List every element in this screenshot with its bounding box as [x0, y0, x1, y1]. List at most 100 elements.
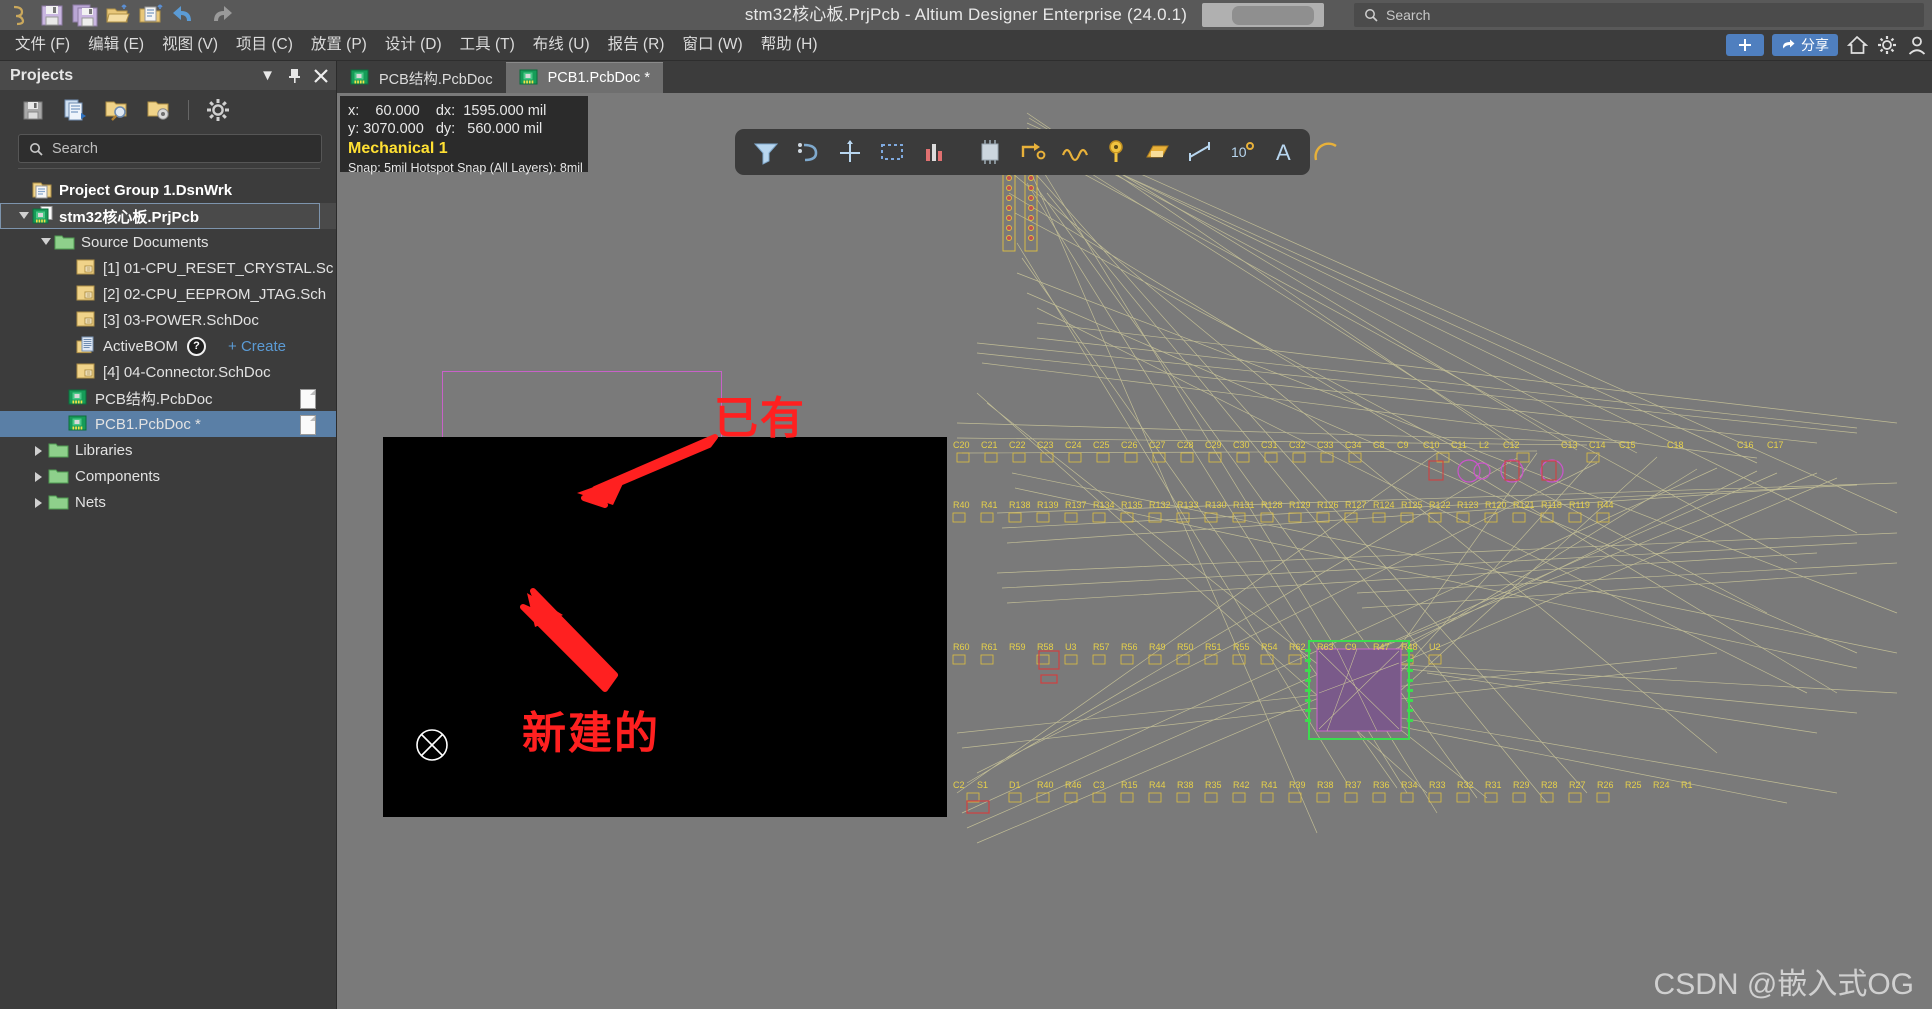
net-color-icon[interactable]: [791, 135, 825, 169]
menu-items: 文件 (F) 编辑 (E) 视图 (V) 项目 (C) 放置 (P) 设计 (D…: [6, 30, 827, 60]
place-dimension-icon[interactable]: [1183, 135, 1217, 169]
svg-text:C28: C28: [1177, 440, 1194, 450]
tab-label: PCB1.PcbDoc *: [547, 70, 650, 86]
folder-green-icon: [48, 492, 70, 512]
svg-text:R119: R119: [1569, 500, 1590, 510]
share-button[interactable]: 分享: [1772, 34, 1838, 56]
coordinate-line-y: y: 3070.000 dy: 560.000 mil: [348, 121, 543, 137]
svg-text:R125: R125: [1401, 500, 1423, 510]
tree-item-pcbdoc-structure[interactable]: PCB结构.PcbDoc: [0, 385, 336, 411]
tree-item-nets[interactable]: Nets: [0, 489, 336, 515]
document-tab-bar: PCB结构.PcbDoc PCB1.PcbDoc *: [337, 61, 1932, 93]
schdoc-icon: [76, 362, 98, 382]
place-polygon-icon[interactable]: [1141, 135, 1175, 169]
svg-text:C18: C18: [1667, 440, 1684, 450]
twisty-placeholder: [60, 307, 76, 333]
svg-text:C17: C17: [1767, 440, 1784, 450]
tree-item-schdoc-4[interactable]: [4] 04-Connector.SchDoc: [0, 359, 336, 385]
tree-item-components[interactable]: Components: [0, 463, 336, 489]
svg-text:R34: R34: [1401, 780, 1418, 790]
menu-edit[interactable]: 编辑 (E): [79, 30, 153, 60]
menu-tools[interactable]: 工具 (T): [451, 30, 524, 60]
pcb-canvas[interactable]: C20 C21 C22 C23 C24 C25 C26 C27 C28 C29 C30 C31 …: [337, 93, 1932, 1009]
tree-item-schdoc-3[interactable]: [3] 03-POWER.SchDoc: [0, 307, 336, 333]
twisty-collapsed-icon[interactable]: [32, 463, 48, 489]
tree-item-workspace[interactable]: Project Group 1.DsnWrk: [0, 177, 336, 203]
project-search-input[interactable]: Search: [18, 134, 322, 163]
title-tooltip-pill: [1232, 6, 1314, 25]
chevron-down-icon[interactable]: ▼: [260, 67, 275, 84]
menu-bar: 文件 (F) 编辑 (E) 视图 (V) 项目 (C) 放置 (P) 设计 (D…: [0, 30, 1932, 61]
place-coordinate-icon[interactable]: 10: [1225, 135, 1259, 169]
crosshair-place-icon[interactable]: [833, 135, 867, 169]
folder-green-icon: [54, 232, 76, 252]
project-tree: Project Group 1.DsnWrk stm32核心板.PrjPcb S…: [0, 177, 336, 515]
menu-help[interactable]: 帮助 (H): [752, 30, 827, 60]
twisty-collapsed-icon[interactable]: [32, 489, 48, 515]
svg-text:C34: C34: [1345, 440, 1362, 450]
create-bom-link[interactable]: + Create: [228, 338, 286, 355]
svg-text:R47: R47: [1373, 642, 1390, 652]
menu-window[interactable]: 窗口 (W): [673, 30, 751, 60]
svg-text:R44: R44: [1149, 780, 1166, 790]
tree-item-schdoc-1[interactable]: [1] 01-CPU_RESET_CRYSTAL.Sc: [0, 255, 336, 281]
tree-item-pcb-project[interactable]: stm32核心板.PrjPcb: [0, 203, 336, 229]
compile-documents-icon[interactable]: [62, 97, 88, 123]
menu-view[interactable]: 视图 (V): [153, 30, 227, 60]
projects-panel-toolbar: [0, 90, 356, 130]
layer-stack-icon[interactable]: [917, 135, 951, 169]
add-button[interactable]: [1726, 34, 1764, 56]
tree-item-label: ActiveBOM: [103, 337, 179, 355]
twisty-placeholder: [60, 281, 76, 307]
folder-green-icon: [48, 440, 70, 460]
tree-item-activebom[interactable]: ActiveBOM ? + Create: [0, 333, 336, 359]
tree-item-pcbdoc-pcb1[interactable]: PCB1.PcbDoc *: [0, 411, 336, 437]
help-icon[interactable]: ?: [187, 336, 207, 356]
global-search-input[interactable]: Search: [1354, 3, 1924, 27]
tree-item-schdoc-2[interactable]: [2] 02-CPU_EEPROM_JTAG.Sch: [0, 281, 336, 307]
open-project-search-icon[interactable]: [104, 97, 130, 123]
twisty-collapsed-icon[interactable]: [32, 437, 48, 463]
twisty-expanded-icon[interactable]: [16, 203, 32, 229]
save-icon[interactable]: [20, 97, 46, 123]
svg-text:R122: R122: [1429, 500, 1451, 510]
menu-design[interactable]: 设计 (D): [376, 30, 451, 60]
gear-icon[interactable]: [1876, 34, 1898, 56]
svg-text:C24: C24: [1065, 440, 1082, 450]
document-page-badge: [300, 415, 316, 435]
twisty-expanded-icon[interactable]: [38, 229, 54, 255]
settings-gear-icon[interactable]: [205, 97, 231, 123]
svg-text:R120: R120: [1485, 500, 1507, 510]
menu-place[interactable]: 放置 (P): [302, 30, 376, 60]
twisty-placeholder: [60, 255, 76, 281]
tree-item-source-documents[interactable]: Source Documents: [0, 229, 336, 255]
projects-panel-header: Projects ▼: [0, 61, 336, 90]
menu-project[interactable]: 项目 (C): [227, 30, 302, 60]
project-search-placeholder: Search: [52, 140, 98, 157]
project-options-icon[interactable]: [146, 97, 172, 123]
svg-text:R28: R28: [1541, 780, 1558, 790]
svg-text:C11: C11: [1451, 440, 1467, 450]
tab-pcb1[interactable]: PCB1.PcbDoc *: [505, 62, 663, 93]
board-region-icon[interactable]: [973, 135, 1007, 169]
menu-file[interactable]: 文件 (F): [6, 30, 79, 60]
svg-text:R133: R133: [1177, 500, 1199, 510]
svg-text:R131: R131: [1233, 500, 1255, 510]
filter-icon[interactable]: [749, 135, 783, 169]
selection-region-icon[interactable]: [875, 135, 909, 169]
home-icon[interactable]: [1846, 34, 1868, 56]
close-icon[interactable]: [314, 68, 328, 83]
place-arc-icon[interactable]: [1309, 135, 1343, 169]
tab-pcb-structure[interactable]: PCB结构.PcbDoc: [337, 63, 506, 93]
route-track-icon[interactable]: [1015, 135, 1049, 169]
interactive-length-tuning-icon[interactable]: [1057, 135, 1091, 169]
svg-text:R56: R56: [1121, 642, 1138, 652]
place-via-icon[interactable]: [1099, 135, 1133, 169]
svg-text:R48: R48: [1401, 642, 1418, 652]
menu-report[interactable]: 报告 (R): [599, 30, 674, 60]
user-account-icon[interactable]: [1906, 34, 1928, 56]
menu-route[interactable]: 布线 (U): [524, 30, 599, 60]
pin-icon[interactable]: [288, 68, 301, 84]
place-string-icon[interactable]: A: [1267, 135, 1301, 169]
tree-item-libraries[interactable]: Libraries: [0, 437, 336, 463]
